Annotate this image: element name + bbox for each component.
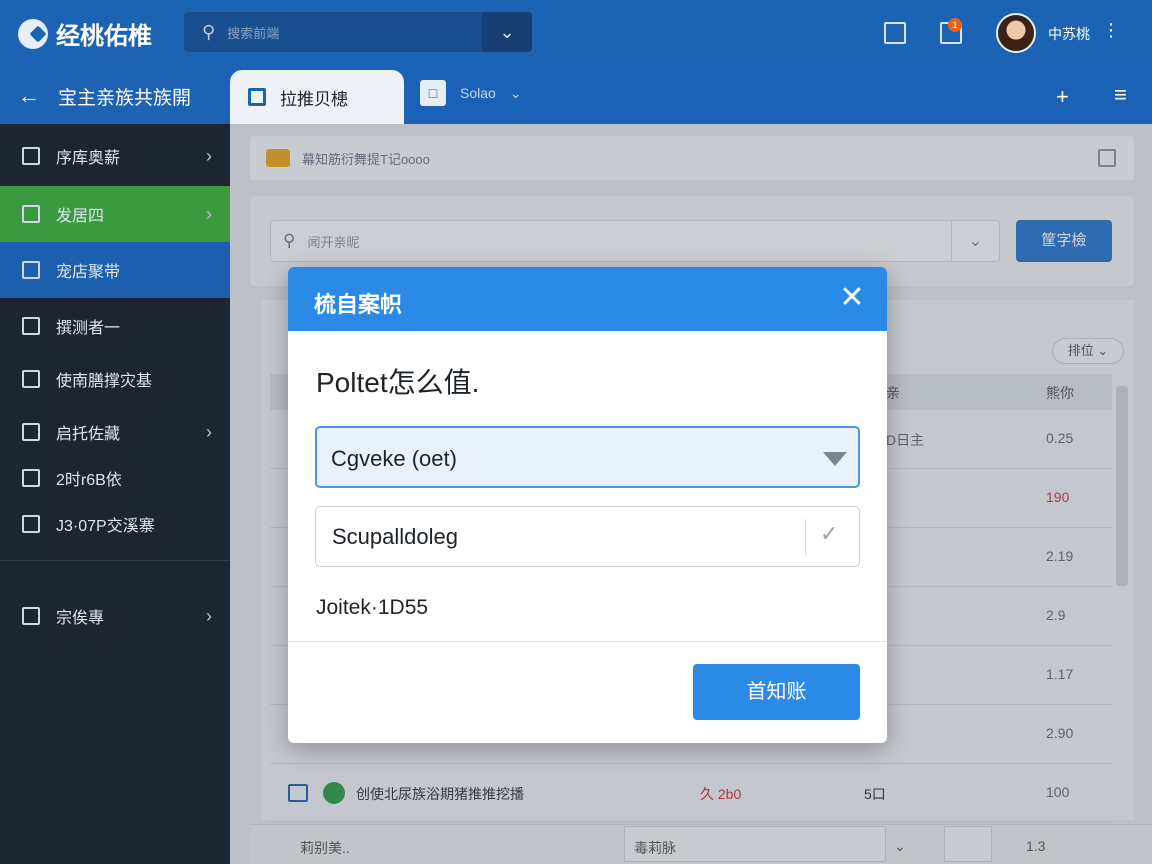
document-icon: □ [420, 80, 446, 106]
dialog-select[interactable]: Cgveke (oet) [315, 426, 860, 488]
grid-icon [22, 205, 40, 223]
tab-icon [248, 88, 266, 106]
sidebar-item-label: 使南膳撑灾基 [56, 373, 153, 390]
sidebar-item-label: 宠店聚带 [56, 264, 121, 281]
dialog-input[interactable]: Scupalldoleg ✓ [315, 506, 860, 567]
field-divider [805, 519, 806, 555]
grid-icon [22, 147, 40, 165]
dialog-divider [288, 641, 887, 642]
more-icon[interactable]: ⋮ [1102, 20, 1120, 41]
avatar[interactable] [996, 13, 1036, 53]
sidebar-item-9[interactable]: 宗俟專 › [0, 588, 230, 644]
menu-icon[interactable]: ≡ [1114, 82, 1127, 108]
back-title-bar[interactable]: ← 宝主亲族共族開 [0, 68, 230, 124]
sidebar-item-4[interactable]: 撰测者一 [0, 298, 230, 354]
chevron-down-icon: ⌄ [509, 84, 522, 101]
search-icon: ⚲ [202, 21, 216, 42]
chevron-right-icon: › [206, 421, 212, 442]
app-brand: 经桃佑椎 [56, 23, 152, 50]
document-icon [22, 317, 40, 335]
sidebar-item-label: 序库奥薪 [56, 150, 121, 167]
dialog-question: Poltet怎么值. [316, 367, 480, 398]
sidebar-item-3[interactable]: 宠店聚带 [0, 242, 230, 298]
file-icon [22, 423, 40, 441]
page-title: 宝主亲族共族開 [58, 87, 192, 109]
tab-active[interactable]: 拉推贝槵 [230, 70, 404, 124]
top-search[interactable]: ⚲ 搜索前端 ⌄ [184, 12, 532, 52]
sidebar-item-8[interactable]: J3·07P交溪寨 [0, 496, 230, 552]
sidebar-item-label: 撰测者一 [56, 320, 121, 337]
sidebar-item-label: 发居四 [56, 208, 105, 225]
logo-icon [18, 18, 48, 49]
app-logo[interactable]: 经桃佑椎 [18, 16, 152, 51]
return-icon [22, 469, 40, 487]
top-bar: 经桃佑椎 ⚲ 搜索前端 ⌄ 1 中苏桃 ⋮ [0, 0, 1152, 68]
chevron-right-icon: › [206, 145, 212, 166]
sidebar-item-label: 2时r6B依 [56, 472, 122, 489]
dialog-meta: Joitek·1D55 [316, 596, 429, 619]
tab-solao-label: Solao [460, 85, 496, 101]
chevron-down-icon[interactable]: ⌄ [482, 12, 532, 52]
dialog-input-value: Scupalldoleg [332, 524, 458, 549]
dialog-title: 梳自案帜 [314, 292, 403, 317]
chevron-right-icon: › [206, 605, 212, 626]
sidebar-item-label: 启托佐藏 [56, 426, 121, 443]
tab-solao[interactable]: □ Solao ⌄ [420, 80, 522, 106]
sidebar-item-label: J3·07P交溪寨 [56, 518, 155, 535]
notification-badge: 1 [948, 18, 962, 32]
chevron-right-icon: › [206, 203, 212, 224]
sidebar-item-2[interactable]: 发居四 › [0, 186, 230, 242]
home-icon [22, 261, 40, 279]
sidebar-item-label: 宗俟專 [56, 610, 105, 627]
user-name[interactable]: 中苏桃 [1048, 24, 1090, 44]
caret-down-icon [823, 452, 847, 466]
sidebar-item-1[interactable]: 序库奥薪 › [0, 128, 230, 184]
building-icon [22, 607, 40, 625]
top-search-placeholder: 搜索前端 [227, 25, 280, 41]
dialog-select-value: Cgveke (oet) [331, 446, 457, 471]
function-icon [22, 515, 40, 533]
dialog: 梳自案帜 ✕ Poltet怎么值. Cgveke (oet) Scupalldo… [288, 267, 887, 743]
sidebar-divider [0, 560, 230, 561]
back-arrow-icon[interactable]: ← [18, 83, 40, 109]
monitor-icon[interactable] [884, 22, 906, 44]
close-icon[interactable]: ✕ [836, 281, 868, 315]
sidebar-item-5[interactable]: 使南膳撑灾基 [0, 351, 230, 407]
check-icon[interactable]: ✓ [820, 521, 838, 547]
confirm-button[interactable]: 首知账 [693, 664, 860, 720]
tab-active-label: 拉推贝槵 [280, 89, 348, 109]
edit-icon [22, 370, 40, 388]
add-tab-icon[interactable]: + [1056, 84, 1069, 110]
